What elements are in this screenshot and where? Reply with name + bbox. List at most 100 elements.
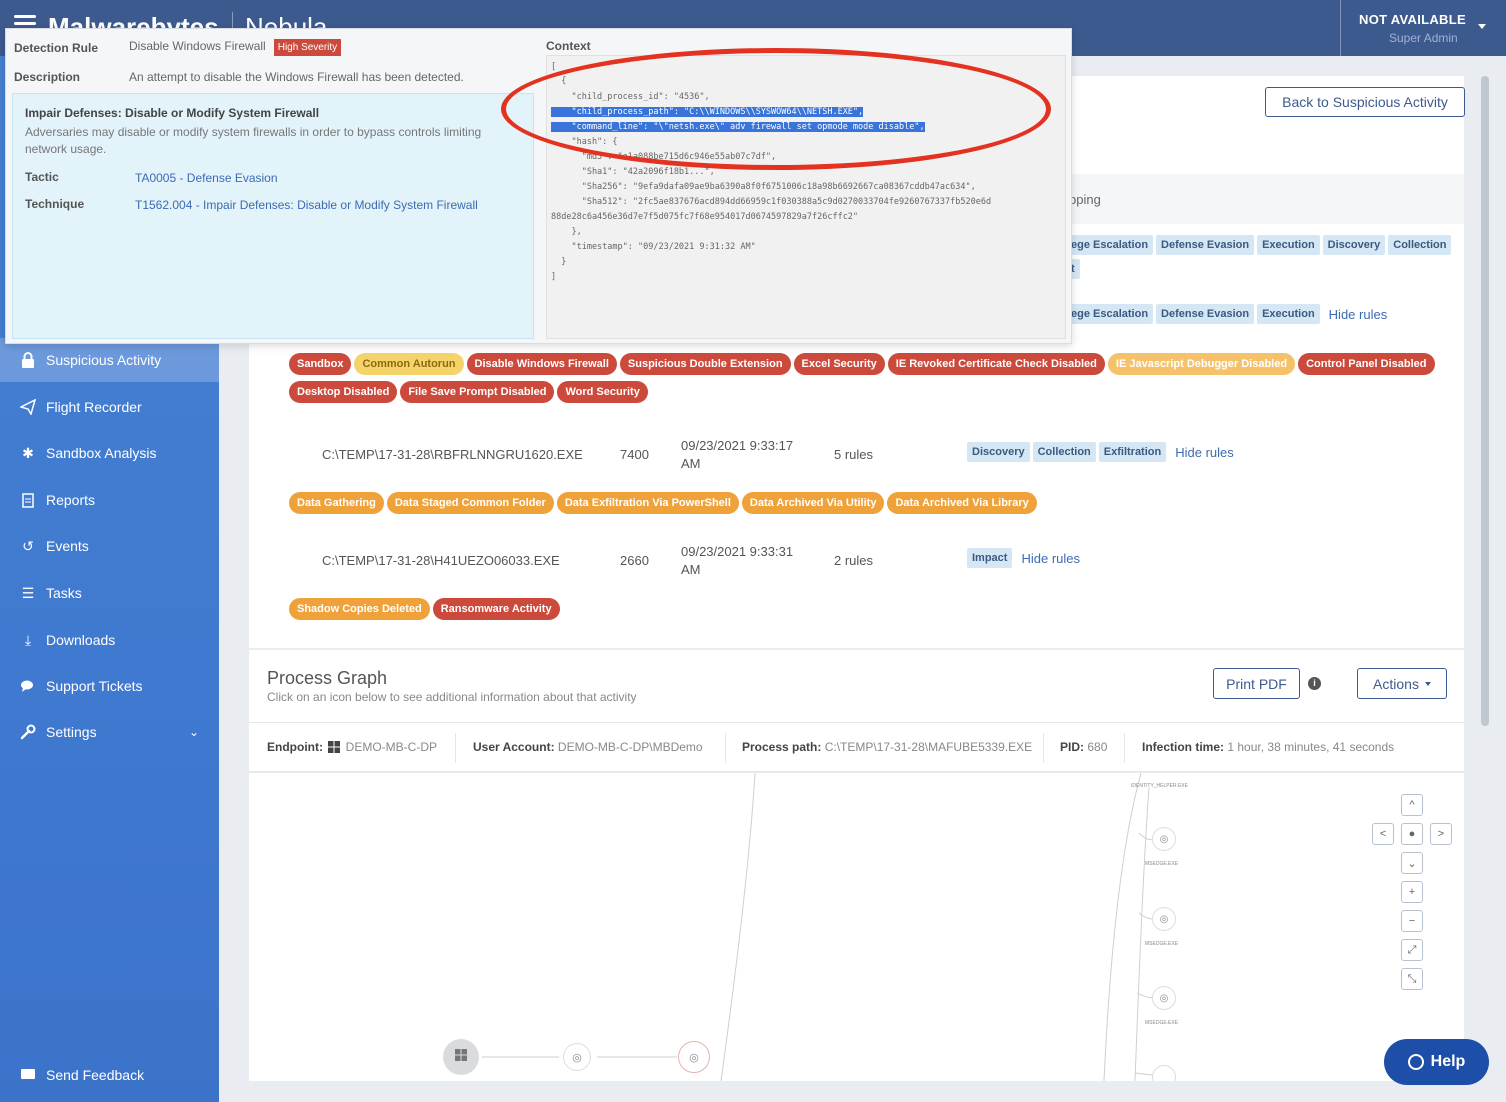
scrollbar-thumb[interactable] [1481, 76, 1489, 726]
rule-tag[interactable]: File Save Prompt Disabled [400, 381, 555, 403]
graph-node-root[interactable] [443, 1039, 479, 1075]
sidebar-item-flight-recorder[interactable]: Flight Recorder [0, 385, 219, 429]
rule-tag[interactable]: Ransomware Activity [432, 598, 560, 620]
graph-node-label: MSEDGE.EXE [1145, 1020, 1179, 1026]
process-pid: 7400 [620, 447, 649, 462]
rule-tag[interactable]: Word Security [557, 381, 648, 403]
account-value: DEMO-MB-C-DP\MBDemo [557, 740, 703, 754]
rule-name: Disable Windows Firewall [129, 39, 266, 53]
paper-plane-icon [20, 399, 36, 415]
graph-node-process[interactable]: ◎ [1152, 827, 1176, 851]
graph-node-process[interactable]: ◎ [678, 1041, 710, 1073]
process-path-value: C:\TEMP\17-31-28\MAFUBE5339.EXE [824, 740, 1033, 754]
graph-node-label: IDENTITY_HELPER.EXE [1131, 783, 1188, 789]
process-path: C:\TEMP\17-31-28\RBFRLNNGRU1620.EXE [322, 447, 583, 462]
lock-icon [20, 352, 36, 368]
page-scrollbar[interactable] [1478, 76, 1492, 726]
pan-down-button[interactable]: ⌄ [1401, 852, 1423, 874]
tactic-badge: Execution [1257, 235, 1320, 255]
rule-tag[interactable]: Shadow Copies Deleted [289, 598, 430, 620]
code-line: [ [551, 62, 557, 72]
hide-rules-link[interactable]: Hide rules [1329, 307, 1388, 322]
rule-tag[interactable]: Data Gathering [289, 492, 384, 514]
code-line: "Sha256": "9efa9dafa09ae9ba6390a8f0f6751… [551, 182, 976, 192]
process-graph-canvas[interactable]: ◎ ◎ IDENTITY_HELPER.EXE ◎ MSEDGE.EXE ◎ M… [249, 773, 1464, 1081]
compress-icon[interactable]: ⤡ [1401, 968, 1423, 990]
rule-tag[interactable]: Control Panel Disabled [1298, 353, 1435, 375]
endpoint-value[interactable]: DEMO-MB-C-DP [346, 740, 437, 754]
zoom-in-button[interactable]: + [1401, 881, 1423, 903]
tactic-badge: Collection [1032, 442, 1096, 462]
tactic-badge: Exfiltration [1098, 442, 1167, 462]
expand-icon[interactable]: ⤢ [1401, 939, 1423, 961]
description-value: An attempt to disable the Windows Firewa… [129, 70, 464, 84]
pan-left-button[interactable]: < [1372, 823, 1394, 845]
code-line: }, [551, 227, 582, 237]
code-line: 88de28c6a456e36d7e7f5d075fc7f68e954017d0… [551, 212, 859, 222]
tactic-badge: Collection [1388, 235, 1452, 255]
info-icon[interactable]: i [1308, 677, 1321, 690]
pid-info: PID: 680 [1060, 740, 1107, 754]
rule-tag[interactable]: Disable Windows Firewall [466, 353, 617, 375]
sidebar-item-tasks[interactable]: ☰ Tasks [0, 571, 219, 615]
rule-tag[interactable]: Data Archived Via Library [887, 492, 1037, 514]
rule-detail-panel: Detection Rule Disable Windows Firewall H… [6, 29, 536, 343]
recenter-button[interactable]: ● [1401, 823, 1423, 845]
sidebar-item-label: Suspicious Activity [46, 352, 162, 368]
sidebar-item-suspicious-activity[interactable]: Suspicious Activity [0, 338, 219, 382]
send-feedback-button[interactable]: Send Feedback [0, 1053, 219, 1097]
wrench-icon [20, 724, 36, 740]
sidebar-item-sandbox-analysis[interactable]: ✱ Sandbox Analysis [0, 431, 219, 475]
divider [455, 733, 456, 763]
code-line: ] [551, 272, 557, 282]
graph-node-process[interactable]: ◎ [1152, 986, 1176, 1010]
graph-node-process[interactable]: ◎ [1152, 907, 1176, 931]
print-pdf-button[interactable]: Print PDF [1213, 668, 1300, 699]
tactic-badge: Execution [1257, 304, 1320, 324]
hide-rules-link[interactable]: Hide rules [1021, 551, 1080, 566]
rule-tag[interactable]: Data Archived Via Utility [741, 492, 885, 514]
sidebar-item-support-tickets[interactable]: Support Tickets [0, 664, 219, 708]
sidebar-item-settings[interactable]: Settings ⌄ [0, 710, 219, 754]
rule-tag[interactable]: Excel Security [793, 353, 885, 375]
actions-dropdown[interactable]: Actions [1357, 668, 1447, 699]
rule-tag[interactable]: Data Exfiltration Via PowerShell [556, 492, 739, 514]
technique-link[interactable]: T1562.004 - Impair Defenses: Disable or … [135, 198, 478, 212]
process-pid: 2660 [620, 553, 649, 568]
sidebar-item-events[interactable]: ↺ Events [0, 524, 219, 568]
tactics-row-2: ege Escalation Defense Evasion Execution… [1066, 304, 1387, 324]
sidebar-item-label: Flight Recorder [46, 399, 142, 415]
process-row[interactable]: C:\TEMP\17-31-28\H41UEZO06033.EXE 2660 0… [249, 538, 1464, 584]
process-path-info: Process path: C:\TEMP\17-31-28\MAFUBE533… [742, 740, 1032, 754]
pan-up-button[interactable]: ^ [1401, 794, 1423, 816]
rule-tag[interactable]: Suspicious Double Extension [619, 353, 791, 375]
pan-right-button[interactable]: > [1430, 823, 1452, 845]
back-to-suspicious-activity-button[interactable]: Back to Suspicious Activity [1265, 87, 1465, 117]
help-button[interactable]: Help [1384, 1039, 1489, 1085]
zoom-out-button[interactable]: − [1401, 910, 1423, 932]
rule-tag[interactable]: Desktop Disabled [289, 381, 398, 403]
pid-label: PID: [1060, 740, 1084, 754]
rule-tags-group-1: Sandbox Common Autorun Disable Windows Fir… [289, 353, 1439, 409]
process-row[interactable]: C:\TEMP\17-31-28\RBFRLNNGRU1620.EXE 7400… [249, 432, 1464, 478]
list-icon: ☰ [21, 584, 35, 601]
rule-tag[interactable]: Data Staged Common Folder [386, 492, 554, 514]
sidebar-item-label: Reports [46, 492, 96, 508]
rule-tag[interactable]: Sandbox [289, 353, 352, 375]
sidebar-item-downloads[interactable]: ⤓ Downloads [0, 618, 219, 662]
rule-tag[interactable]: IE Javascript Debugger Disabled [1107, 353, 1296, 375]
graph-node-label: MSEDGE.EXE [1145, 861, 1179, 867]
rule-tags-group-2: Data Gathering Data Staged Common Folder D… [289, 492, 1439, 520]
infection-value: 1 hour, 38 minutes, 41 seconds [1227, 740, 1395, 754]
rule-tag[interactable]: Common Autorun [354, 353, 464, 375]
pid-value: 680 [1087, 740, 1108, 754]
tactic-link[interactable]: TA0005 - Defense Evasion [135, 171, 278, 185]
sidebar-item-reports[interactable]: Reports [0, 478, 219, 522]
rule-tag[interactable]: IE Revoked Certificate Check Disabled [887, 353, 1105, 375]
graph-node-process[interactable]: ◎ [563, 1043, 591, 1071]
annotation-ellipse [501, 48, 1051, 170]
user-menu[interactable]: NOT AVAILABLE Super Admin [1340, 0, 1506, 56]
hide-rules-link[interactable]: Hide rules [1175, 445, 1234, 460]
account-label: User Account: [473, 740, 555, 754]
actions-label: Actions [1373, 675, 1419, 692]
